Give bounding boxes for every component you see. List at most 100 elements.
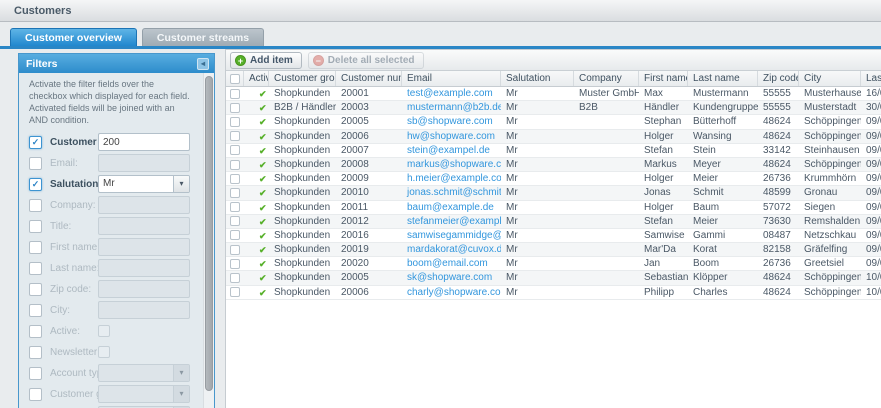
email-link[interactable]: jonas.schmit@schmit-jonas.eu (402, 186, 501, 199)
tab-customer-streams[interactable]: Customer streams (142, 28, 264, 46)
table-row[interactable]: ✔Shopkunden20007stein@exampel.deMrStefan… (226, 144, 881, 158)
email-link[interactable]: boom@email.com (402, 257, 501, 270)
filter-enable-checkbox[interactable] (29, 262, 42, 275)
filter-input[interactable] (98, 133, 190, 151)
filter-enable-checkbox[interactable]: ✓ (29, 136, 42, 149)
row-select-checkbox[interactable] (230, 89, 240, 99)
column-header-email[interactable]: Email (402, 71, 501, 86)
email-link[interactable]: sk@shopware.com (402, 271, 501, 284)
filter-select[interactable]: Mr▾ (98, 175, 190, 193)
email-link[interactable]: hw@shopware.com (402, 130, 501, 143)
email-link[interactable]: samwisegammidge@cuvox.de (402, 229, 501, 242)
filter-enable-checkbox[interactable] (29, 283, 42, 296)
cell: Mustermann (688, 87, 758, 100)
column-header-city[interactable]: City (799, 71, 861, 86)
row-select-checkbox[interactable] (230, 188, 240, 198)
table-row[interactable]: ✔Shopkunden20010jonas.schmit@schmit-jona… (226, 186, 881, 200)
table-row[interactable]: ✔Shopkunden20008markus@shopware.comMrMar… (226, 158, 881, 172)
table-row[interactable]: ✔Shopkunden20019mardakorat@cuvox.deMrMar… (226, 243, 881, 257)
row-select-checkbox[interactable] (230, 259, 240, 269)
table-row[interactable]: ✔Shopkunden20006charly@shopware.comMrPhi… (226, 286, 881, 300)
email-link[interactable]: stein@exampel.de (402, 144, 501, 157)
email-link[interactable]: markus@shopware.com (402, 158, 501, 171)
column-header-customer-number[interactable]: Customer number (336, 71, 402, 86)
column-header-last-name[interactable]: Last name (688, 71, 758, 86)
table-row[interactable]: ✔Shopkunden20011baum@example.deMrHolgerB… (226, 201, 881, 215)
row-select-checkbox[interactable] (230, 174, 240, 184)
row-select-checkbox[interactable] (230, 145, 240, 155)
tab-customer-overview[interactable]: Customer overview (10, 28, 137, 46)
row-select-checkbox[interactable] (230, 216, 240, 226)
filter-label: City: (50, 305, 98, 316)
filter-enable-checkbox[interactable] (29, 367, 42, 380)
row-checkbox-cell (226, 215, 244, 228)
table-row[interactable]: ✔Shopkunden20016samwisegammidge@cuvox.de… (226, 229, 881, 243)
table-row[interactable]: ✔Shopkunden20009h.meier@example.comMrHol… (226, 172, 881, 186)
cell: Gräfelfing (799, 243, 861, 256)
grid-header-row: ActiveCustomer groupCustomer numberEmail… (226, 71, 881, 87)
column-header-salutation[interactable]: Salutation (501, 71, 574, 86)
filter-enable-checkbox[interactable] (29, 220, 42, 233)
filter-enable-checkbox[interactable] (29, 157, 42, 170)
table-row[interactable]: ✔Shopkunden20005sb@shopware.comMrStephan… (226, 115, 881, 129)
filter-select-value (99, 386, 173, 402)
cell: Mr (501, 286, 574, 299)
table-row[interactable]: ✔Shopkunden20001test@example.comMrMuster… (226, 87, 881, 101)
cell: B2B / Händler netto (269, 101, 336, 114)
active-cell: ✔ (244, 215, 269, 228)
filter-label: Salutation: (50, 179, 98, 190)
add-item-button[interactable]: + Add item (230, 52, 302, 69)
cell: Mar'Da (639, 243, 688, 256)
row-select-checkbox[interactable] (230, 230, 240, 240)
select-all-checkbox[interactable] (230, 74, 240, 84)
cell: Meier (688, 215, 758, 228)
column-header-first-name[interactable]: First name (639, 71, 688, 86)
filter-enable-checkbox[interactable] (29, 304, 42, 317)
email-link[interactable]: mustermann@b2b.de (402, 101, 501, 114)
cell: 20006 (336, 130, 402, 143)
filter-enable-checkbox[interactable]: ✓ (29, 178, 42, 191)
filter-enable-checkbox[interactable] (29, 199, 42, 212)
email-link[interactable]: stefanmeier@example.com (402, 215, 501, 228)
table-row[interactable]: ✔B2B / Händler netto20003mustermann@b2b.… (226, 101, 881, 115)
cell: 09/05 (861, 158, 881, 171)
row-select-checkbox[interactable] (230, 103, 240, 113)
column-header-company[interactable]: Company (574, 71, 639, 86)
row-select-checkbox[interactable] (230, 202, 240, 212)
cell: 09/05 (861, 215, 881, 228)
email-link[interactable]: mardakorat@cuvox.de (402, 243, 501, 256)
row-select-checkbox[interactable] (230, 117, 240, 127)
row-select-checkbox[interactable] (230, 160, 240, 170)
collapse-panel-icon[interactable]: ◂ (197, 58, 209, 70)
cell: Schöppingen (799, 115, 861, 128)
email-link[interactable]: baum@example.de (402, 201, 501, 214)
table-row[interactable]: ✔Shopkunden20005sk@shopware.comMrSebasti… (226, 271, 881, 285)
row-select-checkbox[interactable] (230, 245, 240, 255)
table-row[interactable]: ✔Shopkunden20020boom@email.comMrJanBoom2… (226, 257, 881, 271)
email-link[interactable]: test@example.com (402, 87, 501, 100)
filter-enable-checkbox[interactable] (29, 241, 42, 254)
email-link[interactable]: charly@shopware.com (402, 286, 501, 299)
filters-scrollbar[interactable] (203, 73, 214, 408)
cell: Gronau (799, 186, 861, 199)
filter-enable-checkbox[interactable] (29, 388, 42, 401)
email-link[interactable]: h.meier@example.com (402, 172, 501, 185)
row-select-checkbox[interactable] (230, 287, 240, 297)
row-select-checkbox[interactable] (230, 273, 240, 283)
table-row[interactable]: ✔Shopkunden20012stefanmeier@example.comM… (226, 215, 881, 229)
filter-enable-checkbox[interactable] (29, 346, 42, 359)
filter-enable-checkbox[interactable] (29, 325, 42, 338)
row-select-checkbox[interactable] (230, 131, 240, 141)
column-header-zip-code[interactable]: Zip code (758, 71, 799, 86)
scrollbar-thumb[interactable] (205, 76, 213, 391)
column-header-customer-group[interactable]: Customer group (269, 71, 336, 86)
filter-input (98, 259, 190, 277)
active-check-icon: ✔ (249, 231, 267, 241)
row-checkbox-cell (226, 286, 244, 299)
column-header-last-login[interactable]: Last login (861, 71, 881, 86)
table-row[interactable]: ✔Shopkunden20006hw@shopware.comMrHolgerW… (226, 130, 881, 144)
email-link[interactable]: sb@shopware.com (402, 115, 501, 128)
column-header-active[interactable]: Active (244, 71, 269, 86)
cell: Charles (688, 286, 758, 299)
cell: Steinhausen (799, 144, 861, 157)
